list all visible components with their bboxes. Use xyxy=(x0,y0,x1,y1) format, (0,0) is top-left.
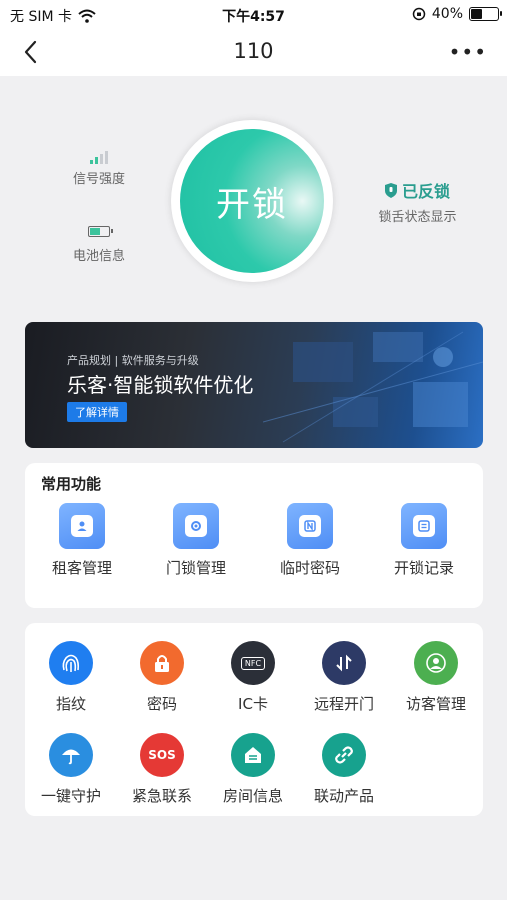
status-right: 40% xyxy=(412,6,502,22)
lock-state-sub: 锁舌状态显示 xyxy=(378,210,457,225)
feature-grid-card: 指纹 密码 NFC IC卡 远程开门 访客管理 一键守护 SOS 紧急联系 房间… xyxy=(25,623,483,816)
feature-label: 联动产品 xyxy=(313,787,374,805)
lock-settings-icon xyxy=(173,503,219,549)
battery-icon xyxy=(469,7,502,21)
signal-icon xyxy=(68,150,130,164)
more-icon[interactable]: ••• xyxy=(449,42,487,62)
fingerprint-icon xyxy=(49,641,93,685)
visitor-icon xyxy=(414,641,458,685)
page-title: 110 xyxy=(233,39,274,63)
battery-status-icon xyxy=(88,226,113,237)
sos-text: SOS xyxy=(148,748,176,762)
nfc-card-icon: NFC xyxy=(231,641,275,685)
func-temp-password[interactable]: 临时密码 xyxy=(265,503,355,578)
lock-state: 已反锁 锁舌状态显示 xyxy=(370,178,465,225)
feature-room-info[interactable]: 房间信息 xyxy=(208,733,298,806)
banner-subtitle: 产品规划 | 软件服务与升级 xyxy=(67,354,199,367)
link-icon xyxy=(322,733,366,777)
unlock-button[interactable]: 开锁 xyxy=(180,129,324,273)
feature-label: 密码 xyxy=(146,695,177,713)
feature-label: 房间信息 xyxy=(222,787,283,805)
feature-remote-open[interactable]: 远程开门 xyxy=(299,641,389,714)
sos-icon: SOS xyxy=(140,733,184,777)
signal-bar xyxy=(90,160,93,164)
feature-emergency-contact[interactable]: SOS 紧急联系 xyxy=(117,733,207,806)
signal-strength: 信号强度 xyxy=(68,150,130,187)
unlock-record-icon xyxy=(401,503,447,549)
common-functions-card: 常用功能 租客管理 门锁管理 临时密码 开锁记录 xyxy=(25,463,483,608)
feature-visitor-management[interactable]: 访客管理 xyxy=(391,641,481,714)
func-unlock-records[interactable]: 开锁记录 xyxy=(379,503,469,578)
func-tenant-management[interactable]: 租客管理 xyxy=(37,503,127,578)
temp-password-icon xyxy=(287,503,333,549)
nav-bar: 110 ••• xyxy=(0,30,507,76)
lock-state-row: 已反锁 xyxy=(370,178,465,202)
room-info-icon xyxy=(231,733,275,777)
common-functions-title: 常用功能 xyxy=(41,475,102,493)
feature-label: 远程开门 xyxy=(313,695,374,713)
feature-label: 紧急联系 xyxy=(131,787,192,805)
feature-label: 一键守护 xyxy=(40,787,101,805)
feature-linked-products[interactable]: 联动产品 xyxy=(299,733,389,806)
promo-banner[interactable]: 产品规划 | 软件服务与升级 乐客·智能锁软件优化 了解详情 xyxy=(25,322,483,448)
feature-fingerprint[interactable]: 指纹 xyxy=(26,641,116,714)
func-lock-management[interactable]: 门锁管理 xyxy=(151,503,241,578)
orientation-lock-icon xyxy=(412,7,426,21)
battery-info: 电池信息 xyxy=(68,222,130,264)
feature-label: IC卡 xyxy=(238,695,268,713)
banner-title: 乐客·智能锁软件优化 xyxy=(67,373,254,397)
feature-one-key-guard[interactable]: 一键守护 xyxy=(26,733,116,806)
nfc-text: NFC xyxy=(240,656,266,670)
feature-ic-card[interactable]: NFC IC卡 xyxy=(208,641,298,714)
signal-label: 信号强度 xyxy=(72,172,125,187)
func-label: 临时密码 xyxy=(279,559,340,577)
func-label: 租客管理 xyxy=(51,559,112,577)
func-label: 门锁管理 xyxy=(165,559,226,577)
battery-percent: 40% xyxy=(431,6,463,22)
umbrella-icon xyxy=(49,733,93,777)
signal-bar xyxy=(105,151,108,164)
battery-label: 电池信息 xyxy=(72,249,125,264)
signal-bar xyxy=(95,157,98,164)
circuit-board-image xyxy=(263,331,483,443)
lock-password-icon xyxy=(140,641,184,685)
lock-state-label: 已反锁 xyxy=(401,182,450,201)
feature-label: 指纹 xyxy=(55,695,86,713)
func-label: 开锁记录 xyxy=(393,559,454,577)
tenant-icon xyxy=(59,503,105,549)
banner-details-button[interactable]: 了解详情 xyxy=(67,402,127,422)
shield-icon xyxy=(384,182,397,198)
signal-bar xyxy=(100,154,103,164)
status-bar: 无 SIM 卡 下午4:57 40% xyxy=(0,0,507,30)
feature-password[interactable]: 密码 xyxy=(117,641,207,714)
unlock-ring: 开锁 xyxy=(171,120,333,282)
feature-label: 访客管理 xyxy=(405,695,466,713)
remote-open-icon xyxy=(322,641,366,685)
